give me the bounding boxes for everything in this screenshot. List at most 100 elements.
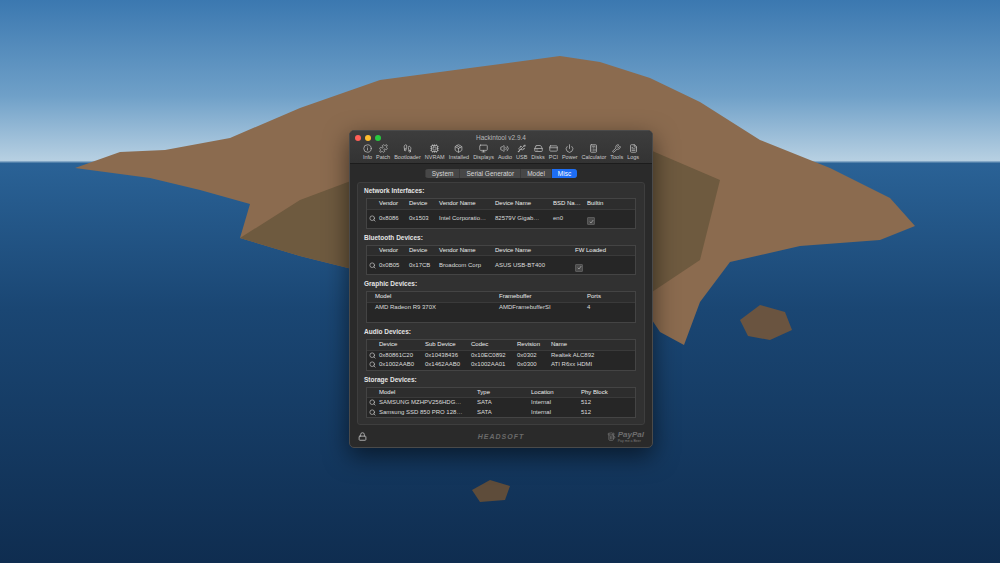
table-cell: 0x10438436 <box>423 351 469 360</box>
toolbar-item[interactable]: USB <box>514 144 529 161</box>
inspect-button[interactable] <box>367 409 377 416</box>
hackintool-window[interactable]: Hackintool v2.9.4 InfoPatch BootloaderNVRA… <box>349 130 653 448</box>
inspect-button[interactable] <box>367 399 377 406</box>
inspect-button[interactable] <box>367 361 377 368</box>
graphics-table: ModelFramebufferPorts AMD Radeon R9 370XA… <box>366 291 636 323</box>
donate-text: PayPalPay me a Beer <box>618 430 644 443</box>
table-row[interactable]: 0x80861C200x104384360x10EC08920x0302Real… <box>367 351 635 361</box>
column-header[interactable]: Vendor <box>377 246 407 255</box>
magnifier-icon <box>369 409 376 416</box>
tab[interactable]: System <box>425 169 460 178</box>
toolbar-item[interactable]: Installed <box>447 144 472 161</box>
bluetooth-section: Bluetooth Devices:VendorDeviceVendor Nam… <box>364 234 638 276</box>
table-cell: ATI R6xx HDMI <box>549 360 633 369</box>
toolbar-icon <box>549 144 558 153</box>
table-row[interactable]: 0x80860x1503Intel Corporatio…82579V Giga… <box>367 210 635 228</box>
column-header[interactable]: Codec <box>469 340 515 349</box>
table-cell: Realtek ALC892 <box>549 351 633 360</box>
donate-name: PayPal <box>618 430 644 439</box>
column-header[interactable]: Model <box>377 388 475 397</box>
column-header[interactable]: Name <box>549 340 633 349</box>
tab[interactable]: Serial Generator <box>459 169 520 178</box>
toolbar-item[interactable]: Audio <box>496 144 514 161</box>
toolbar-item[interactable]: Power <box>560 144 580 161</box>
checkbox[interactable] <box>575 264 583 272</box>
table-row[interactable]: 0x1002AAB00x1462AAB00x1002AA010x0300ATI … <box>367 360 635 370</box>
close-button[interactable] <box>355 135 361 141</box>
checkbox-cell <box>573 256 633 274</box>
column-header[interactable]: Sub Device <box>423 340 469 349</box>
column-header[interactable]: Device <box>407 246 437 255</box>
column-header[interactable]: Framebuffer <box>497 292 585 301</box>
toolbar: InfoPatch BootloaderNVRAMInstalledDisplay… <box>352 144 650 161</box>
toolbar-icon <box>517 144 526 153</box>
section-title: Graphic Devices: <box>364 280 638 288</box>
table-cell: AMD Radeon R9 370X <box>373 303 497 312</box>
network-table: VendorDeviceVendor NameDevice NameBSD Na… <box>366 198 636 229</box>
footer: HEADSOFTPayPalPay me a Beer <box>350 425 652 447</box>
column-header[interactable]: Model <box>373 292 497 301</box>
inspect-button[interactable] <box>367 262 377 269</box>
toolbar-item[interactable]: Tools <box>608 144 625 161</box>
inspect-button[interactable] <box>367 352 377 359</box>
column-header[interactable]: Vendor <box>377 199 407 208</box>
table-row[interactable]: AMD Radeon R9 370XAMDFramebufferSI4 <box>367 303 635 313</box>
toolbar-item[interactable]: Info <box>361 144 374 161</box>
table-cell: 0x80861C20 <box>377 351 423 360</box>
toolbar-icon <box>629 144 638 153</box>
toolbar-icon <box>454 144 463 153</box>
column-header[interactable]: Device Name <box>493 246 573 255</box>
column-header[interactable]: BSD Na… <box>551 199 585 208</box>
check-icon <box>577 265 582 270</box>
column-header[interactable]: Builtin <box>585 199 633 208</box>
column-header[interactable]: Device <box>377 340 423 349</box>
toolbar-label: Bootloader <box>394 154 421 161</box>
toolbar-label: PCI <box>549 154 558 161</box>
column-header[interactable]: Location <box>529 388 579 397</box>
column-header[interactable]: Vendor Name <box>437 199 493 208</box>
column-header[interactable]: Device <box>407 199 437 208</box>
tab[interactable]: Misc <box>551 169 577 178</box>
inspect-button[interactable] <box>367 215 377 222</box>
table-cell: 0x10EC0892 <box>469 351 515 360</box>
toolbar-item[interactable]: Logs <box>625 144 641 161</box>
table-row[interactable]: Samsung SSD 850 PRO 128…SATAInternal512 <box>367 408 635 418</box>
toolbar-item[interactable]: Disks <box>529 144 546 161</box>
table-cell: 0x0B05 <box>377 261 407 270</box>
column-header[interactable]: Revision <box>515 340 549 349</box>
lock-button[interactable] <box>358 432 418 441</box>
toolbar-item[interactable]: Patch <box>374 144 392 161</box>
table-header: ModelTypeLocationPhy Block <box>367 388 635 399</box>
table-row[interactable]: 0x0B050x17CBBroadcom CorpASUS USB-BT400 <box>367 256 635 274</box>
table-cell: 0x0302 <box>515 351 549 360</box>
table-cell: 512 <box>579 398 633 407</box>
column-header[interactable]: Type <box>475 388 529 397</box>
minimize-button[interactable] <box>365 135 371 141</box>
lock-icon <box>358 432 367 441</box>
donate-button[interactable]: PayPalPay me a Beer <box>607 430 644 443</box>
storage-section: Storage Devices:ModelTypeLocationPhy Blo… <box>364 376 638 419</box>
toolbar-item[interactable]: NVRAM <box>423 144 447 161</box>
title-row: Hackintool v2.9.4 <box>352 133 650 142</box>
column-header[interactable]: Ports <box>585 292 633 301</box>
magnifier-icon <box>369 262 376 269</box>
toolbar-item[interactable]: Displays <box>471 144 496 161</box>
toolbar-label: Patch <box>376 154 390 161</box>
toolbar-item[interactable]: PCI <box>547 144 560 161</box>
window-controls <box>352 135 392 141</box>
zoom-button[interactable] <box>375 135 381 141</box>
table-cell: SAMSUNG MZHPV256HDG… <box>377 398 475 407</box>
toolbar-label: Power <box>562 154 578 161</box>
column-header[interactable]: FW Loaded <box>573 246 633 255</box>
tab[interactable]: Model <box>520 169 551 178</box>
column-header[interactable]: Device Name <box>493 199 551 208</box>
toolbar-item[interactable]: Calculator <box>580 144 609 161</box>
checkbox[interactable] <box>587 217 595 225</box>
table-cell: ASUS USB-BT400 <box>493 261 573 270</box>
toolbar-label: Disks <box>531 154 544 161</box>
table-cell: SATA <box>475 408 529 417</box>
column-header[interactable]: Phy Block <box>579 388 633 397</box>
column-header[interactable]: Vendor Name <box>437 246 493 255</box>
table-row[interactable]: SAMSUNG MZHPV256HDG…SATAInternal512 <box>367 398 635 408</box>
toolbar-item[interactable]: Bootloader <box>392 144 423 161</box>
